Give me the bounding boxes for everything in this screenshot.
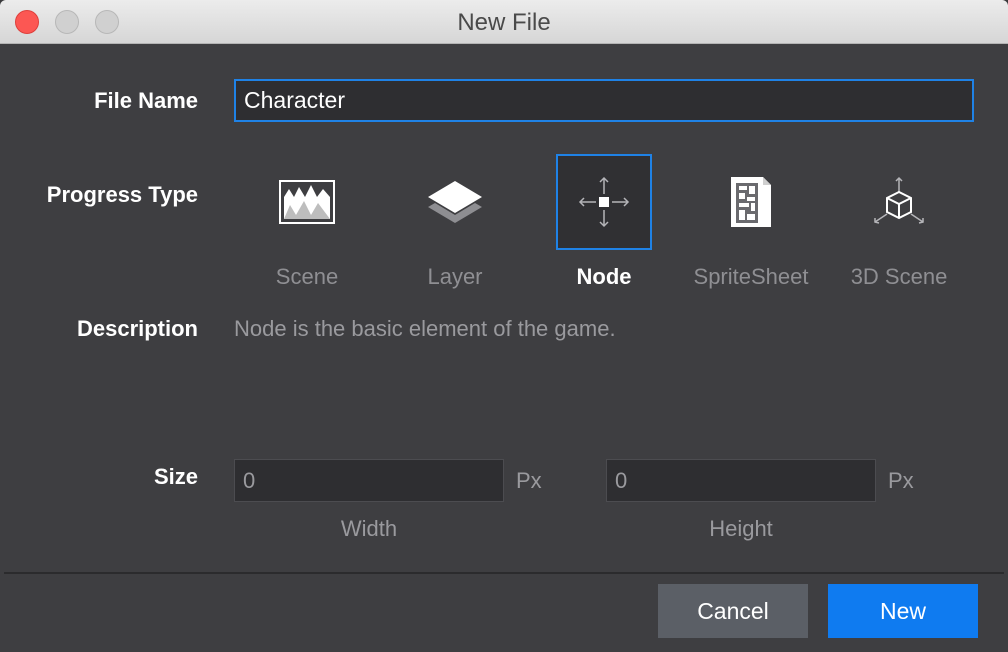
3d-scene-icon <box>874 176 924 224</box>
cancel-button[interactable]: Cancel <box>658 584 808 638</box>
size-label: Size <box>153 464 198 489</box>
type-option-layer[interactable] <box>407 154 503 250</box>
description-label: Description <box>76 316 198 341</box>
new-file-dialog: New File File Name Progress Type <box>0 0 1008 652</box>
width-label: Width <box>340 516 398 541</box>
layer-icon <box>428 181 482 223</box>
type-label-spritesheet: SpriteSheet <box>693 264 809 289</box>
title-bar: New File <box>0 0 1008 44</box>
type-option-node[interactable] <box>556 154 652 250</box>
type-label-layer: Layer <box>427 264 483 289</box>
type-label-scene: Scene <box>275 264 339 289</box>
type-option-spritesheet[interactable] <box>703 154 799 250</box>
width-input[interactable] <box>234 459 504 502</box>
window-title: New File <box>457 9 551 36</box>
node-icon <box>578 176 630 228</box>
type-label-node: Node <box>576 264 632 289</box>
width-unit: Px <box>516 468 542 493</box>
file-name-input[interactable] <box>234 79 974 122</box>
footer-divider <box>4 572 1004 574</box>
height-input[interactable] <box>606 459 876 502</box>
new-button[interactable]: New <box>828 584 978 638</box>
file-name-label: File Name <box>94 88 198 113</box>
progress-type-label: Progress Type <box>46 182 198 207</box>
description-text: Node is the basic element of the game. <box>234 316 616 341</box>
type-option-scene[interactable] <box>259 154 355 250</box>
type-label-3d-scene: 3D Scene <box>850 264 948 289</box>
scene-icon <box>279 180 335 224</box>
spritesheet-icon <box>731 177 771 227</box>
height-label: Height <box>709 516 773 541</box>
type-option-3d-scene[interactable] <box>851 154 947 250</box>
height-unit: Px <box>888 468 914 493</box>
